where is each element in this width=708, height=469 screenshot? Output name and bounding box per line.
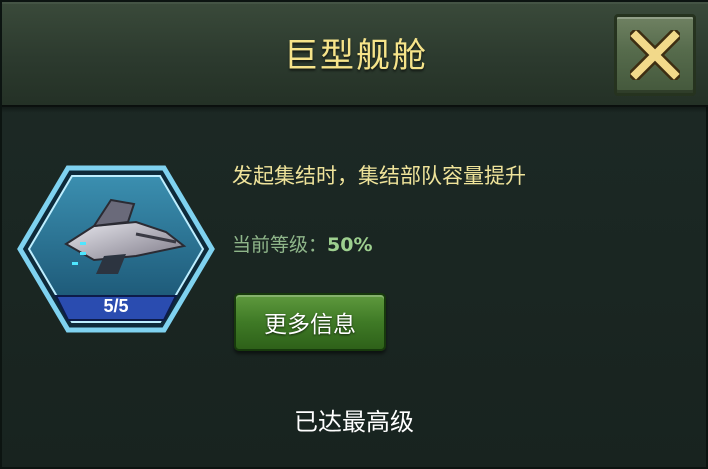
close-button[interactable] [614,14,696,96]
skill-level-badge: 5/5 [103,296,129,316]
dialog-header: 巨型舰舱 [2,2,708,113]
skill-badge[interactable]: 5/5 [16,164,216,334]
max-level-text: 已达最高级 [294,408,414,436]
current-level-label: 当前等级： [232,234,328,256]
more-info-button[interactable]: 更多信息 [234,293,386,351]
close-icon [630,30,680,80]
current-level-value: 50% [327,234,373,256]
current-level-row: 当前等级：50% [232,230,373,257]
dialog-title: 巨型舰舱 [284,36,428,76]
skill-description: 发起集结时，集结部队容量提升 [232,164,526,188]
